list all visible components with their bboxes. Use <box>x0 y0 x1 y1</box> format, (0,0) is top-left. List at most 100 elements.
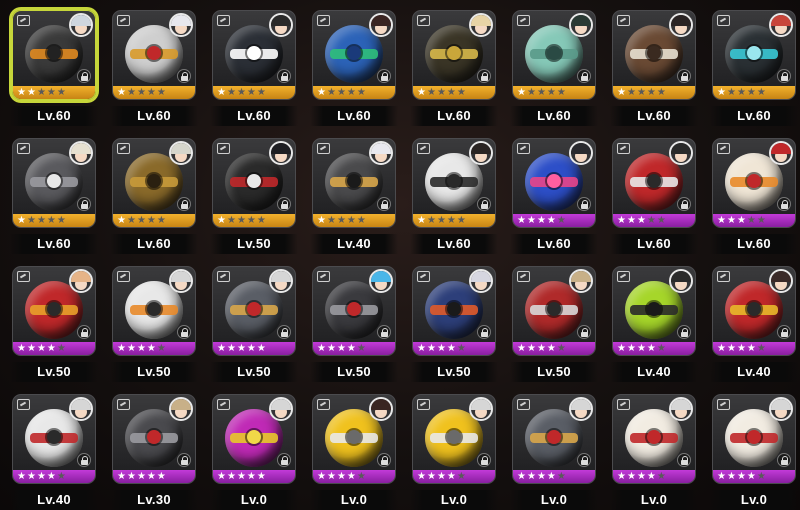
lock-icon[interactable] <box>77 69 91 83</box>
star-icon: ★ <box>346 86 356 98</box>
lock-icon[interactable] <box>377 453 391 467</box>
mecha-card-frame: ★ ★ ★ ★ ★ <box>112 394 196 484</box>
mecha-card[interactable]: ★ ★ ★ ★ ★ Lv.0 <box>610 392 698 510</box>
lock-icon[interactable] <box>177 69 191 83</box>
lock-icon[interactable] <box>377 325 391 339</box>
star-icon: ★ <box>446 470 456 482</box>
pilot-avatar <box>669 397 693 421</box>
mecha-card[interactable]: ★ ★ ★ ★ ★ Lv.60 <box>10 8 98 128</box>
lock-icon[interactable] <box>777 69 791 83</box>
mecha-ball-eye <box>247 173 261 188</box>
lock-icon[interactable] <box>777 197 791 211</box>
mecha-card[interactable]: ★ ★ ★ ★ ★ Lv.50 <box>510 264 598 384</box>
star-icon: ★ <box>226 342 236 354</box>
lock-icon[interactable] <box>77 197 91 211</box>
mecha-card[interactable]: ★ ★ ★ ★ ★ Lv.60 <box>610 136 698 256</box>
mecha-card[interactable]: ★ ★ ★ ★ ★ Lv.60 <box>110 8 198 128</box>
mecha-card[interactable]: ★ ★ ★ ★ ★ Lv.60 <box>410 136 498 256</box>
mecha-card[interactable]: ★ ★ ★ ★ ★ Lv.0 <box>410 392 498 510</box>
lock-icon[interactable] <box>477 453 491 467</box>
mecha-card[interactable]: ★ ★ ★ ★ ★ Lv.0 <box>710 392 798 510</box>
lock-icon[interactable] <box>77 453 91 467</box>
lock-icon[interactable] <box>577 325 591 339</box>
lock-icon[interactable] <box>177 325 191 339</box>
lock-icon[interactable] <box>477 325 491 339</box>
mecha-card-frame: ★ ★ ★ ★ ★ <box>12 394 96 484</box>
mecha-card[interactable]: ★ ★ ★ ★ ★ Lv.30 <box>110 392 198 510</box>
mecha-card[interactable]: ★ ★ ★ ★ ★ Lv.0 <box>310 392 398 510</box>
mecha-card-frame: ★ ★ ★ ★ ★ <box>412 10 496 100</box>
mecha-card[interactable]: ★ ★ ★ ★ ★ Lv.40 <box>710 264 798 384</box>
pilot-avatar <box>169 269 193 293</box>
lock-icon[interactable] <box>477 197 491 211</box>
mecha-card[interactable]: ★ ★ ★ ★ ★ Lv.40 <box>10 392 98 510</box>
lock-icon[interactable] <box>677 453 691 467</box>
lock-icon[interactable] <box>277 197 291 211</box>
mecha-card[interactable]: ★ ★ ★ ★ ★ Lv.50 <box>410 264 498 384</box>
lock-icon[interactable] <box>777 325 791 339</box>
lock-icon[interactable] <box>577 69 591 83</box>
mecha-card[interactable]: ★ ★ ★ ★ ★ Lv.60 <box>10 136 98 256</box>
mecha-card[interactable]: ★ ★ ★ ★ ★ Lv.0 <box>210 392 298 510</box>
mecha-card[interactable]: ★ ★ ★ ★ ★ Lv.60 <box>310 8 398 128</box>
star-icon: ★ <box>217 470 226 482</box>
lock-icon[interactable] <box>277 325 291 339</box>
lock-icon[interactable] <box>177 453 191 467</box>
mecha-card[interactable]: ★ ★ ★ ★ ★ Lv.0 <box>510 392 598 510</box>
mecha-card-frame: ★ ★ ★ ★ ★ <box>612 394 696 484</box>
lock-icon[interactable] <box>377 197 391 211</box>
pilot-avatar <box>569 13 593 37</box>
mecha-card[interactable]: ★ ★ ★ ★ ★ Lv.60 <box>610 8 698 128</box>
mecha-card[interactable]: ★ ★ ★ ★ ★ Lv.40 <box>610 264 698 384</box>
lock-icon[interactable] <box>577 453 591 467</box>
pilot-avatar <box>469 397 493 421</box>
lock-icon[interactable] <box>477 69 491 83</box>
mecha-card[interactable]: ★ ★ ★ ★ ★ Lv.60 <box>510 8 598 128</box>
lock-icon[interactable] <box>677 325 691 339</box>
mecha-card[interactable]: ★ ★ ★ ★ ★ Lv.50 <box>310 264 398 384</box>
mecha-card-frame: ★ ★ ★ ★ ★ <box>612 138 696 228</box>
lock-icon[interactable] <box>677 69 691 83</box>
level-label: Lv.60 <box>610 234 698 254</box>
star-rating: ★ ★ ★ ★ ★ <box>517 86 566 99</box>
lock-icon[interactable] <box>77 325 91 339</box>
mecha-card[interactable]: ★ ★ ★ ★ ★ Lv.60 <box>710 8 798 128</box>
star-icon: ★ <box>526 342 536 354</box>
pilot-hair <box>171 271 191 282</box>
level-label: Lv.40 <box>10 490 98 510</box>
star-icon: ★ <box>456 86 466 98</box>
mecha-ball-eye <box>647 173 661 188</box>
star-icon: ★ <box>336 470 346 482</box>
lock-icon[interactable] <box>777 453 791 467</box>
star-icon: ★ <box>256 214 266 226</box>
lock-icon[interactable] <box>377 69 391 83</box>
mecha-card[interactable]: ★ ★ ★ ★ ★ Lv.50 <box>110 264 198 384</box>
lock-icon[interactable] <box>177 197 191 211</box>
pilot-avatar <box>69 269 93 293</box>
mecha-card[interactable]: ★ ★ ★ ★ ★ Lv.60 <box>510 136 598 256</box>
star-icon: ★ <box>336 214 346 226</box>
mecha-card[interactable]: ★ ★ ★ ★ ★ Lv.60 <box>110 136 198 256</box>
star-icon: ★ <box>746 470 756 482</box>
star-icon: ★ <box>736 342 746 354</box>
mecha-ball-eye <box>547 173 561 188</box>
mecha-card[interactable]: ★ ★ ★ ★ ★ Lv.60 <box>410 8 498 128</box>
mecha-card[interactable]: ★ ★ ★ ★ ★ Lv.50 <box>210 136 298 256</box>
star-rating: ★ ★ ★ ★ ★ <box>717 86 766 99</box>
category-icon <box>417 271 430 282</box>
lock-icon[interactable] <box>277 453 291 467</box>
pilot-avatar <box>469 13 493 37</box>
mecha-card[interactable]: ★ ★ ★ ★ ★ Lv.60 <box>710 136 798 256</box>
lock-icon[interactable] <box>277 69 291 83</box>
pilot-hair <box>271 399 291 410</box>
lock-icon[interactable] <box>577 197 591 211</box>
star-icon: ★ <box>17 342 26 354</box>
mecha-card[interactable]: ★ ★ ★ ★ ★ Lv.60 <box>210 8 298 128</box>
star-icon: ★ <box>256 86 266 98</box>
level-label: Lv.50 <box>10 362 98 382</box>
star-icon: ★ <box>746 214 756 226</box>
mecha-card[interactable]: ★ ★ ★ ★ ★ Lv.40 <box>310 136 398 256</box>
mecha-card[interactable]: ★ ★ ★ ★ ★ Lv.50 <box>10 264 98 384</box>
mecha-card[interactable]: ★ ★ ★ ★ ★ Lv.50 <box>210 264 298 384</box>
lock-icon[interactable] <box>677 197 691 211</box>
